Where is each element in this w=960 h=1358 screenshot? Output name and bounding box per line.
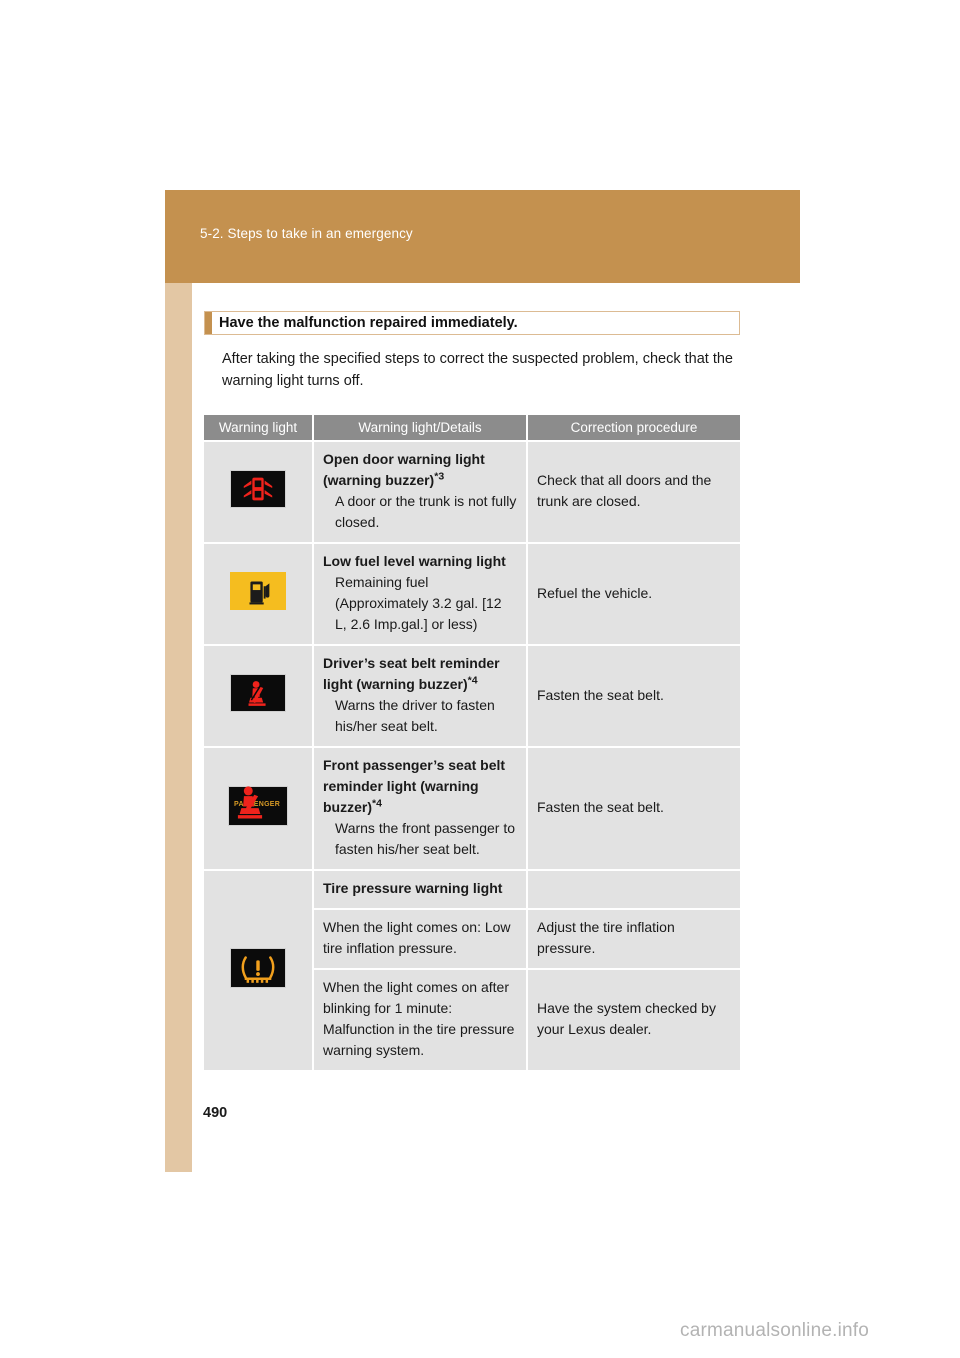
chapter-header-label: 5-2. Steps to take in an emergency bbox=[200, 226, 413, 241]
open-door-warning-light-icon-cell bbox=[204, 440, 314, 543]
warning-light-title: Tire pressure warning light bbox=[323, 880, 503, 896]
warning-light-title: Open door warning light (warning buzzer) bbox=[323, 451, 485, 488]
footnote-marker: *4 bbox=[372, 797, 382, 810]
tire-pressure-title-cell: Tire pressure warning light bbox=[313, 869, 528, 909]
section-title-box: Have the malfunction repaired immediatel… bbox=[204, 311, 740, 335]
table-header-row: Warning light Warning light/Details Corr… bbox=[204, 415, 740, 441]
correction-procedure-cell: Refuel the vehicle. bbox=[527, 542, 740, 645]
footnote-marker: *4 bbox=[467, 674, 478, 687]
intro-paragraph: After taking the specified steps to corr… bbox=[222, 351, 733, 389]
warning-light-description: Remaining fuel (Approximately 3.2 gal. [… bbox=[335, 574, 502, 632]
passenger-seat-belt-icon-cell: PASSENGER bbox=[204, 746, 314, 870]
table-row: Low fuel level warning light Remaining f… bbox=[204, 542, 740, 645]
warning-light-description: Warns the driver to fasten his/her seat … bbox=[335, 697, 495, 734]
warning-light-title: Front passenger’s seat belt reminder lig… bbox=[323, 757, 506, 815]
passenger-belt-figure-icon bbox=[237, 785, 263, 819]
correction-procedure-cell: Adjust the tire inflation pressure. bbox=[527, 908, 740, 969]
driver-seat-belt-icon-cell bbox=[204, 644, 314, 747]
tire-pressure-warning-light-icon bbox=[230, 947, 286, 988]
footnote-marker: *3 bbox=[434, 470, 445, 483]
warning-light-title: Low fuel level warning light bbox=[323, 553, 506, 569]
warning-light-description: When the light comes on: Low tire inflat… bbox=[323, 919, 511, 956]
page-number: 490 bbox=[203, 1105, 228, 1121]
page-edge-strip bbox=[165, 283, 192, 1172]
driver-seat-belt-reminder-light-icon bbox=[230, 674, 286, 712]
driver-seat-belt-detail-cell: Driver’s seat belt reminder light (warni… bbox=[313, 644, 528, 747]
tire-pressure-icon-cell bbox=[204, 869, 314, 1070]
section-title-text: Have the malfunction repaired immediatel… bbox=[219, 315, 518, 331]
warning-light-description: A door or the trunk is not fully closed. bbox=[335, 493, 517, 530]
warning-light-description: Warns the front passenger to fasten his/… bbox=[335, 820, 516, 857]
table-row: Open door warning light (warning buzzer)… bbox=[204, 440, 740, 543]
correction-procedure-cell: Check that all doors and the trunk are c… bbox=[527, 440, 740, 543]
table-row: Tire pressure warning light bbox=[204, 869, 740, 1070]
low-fuel-detail-cell: Low fuel level warning light Remaining f… bbox=[313, 542, 528, 645]
table-row: Driver’s seat belt reminder light (warni… bbox=[204, 644, 740, 747]
site-watermark: carmanualsonline.info bbox=[680, 1320, 870, 1341]
passenger-seat-belt-detail-cell: Front passenger’s seat belt reminder lig… bbox=[313, 746, 528, 870]
correction-procedure-cell-empty bbox=[527, 869, 740, 909]
table-row: PASSENGER Front passenger’s seat belt re… bbox=[204, 746, 740, 870]
column-header-warning-light: Warning light bbox=[204, 415, 314, 441]
open-door-detail-cell: Open door warning light (warning buzzer)… bbox=[313, 440, 528, 543]
front-passenger-seat-belt-reminder-light-icon: PASSENGER bbox=[228, 785, 288, 826]
tire-pressure-malfunction-cell: When the light comes on after blinking f… bbox=[313, 968, 528, 1070]
warning-light-description: When the light comes on after blinking f… bbox=[323, 979, 515, 1058]
low-fuel-warning-light-icon-cell bbox=[204, 542, 314, 645]
column-header-correction: Correction procedure bbox=[527, 415, 740, 441]
tire-pressure-condition-cell: When the light comes on: Low tire inflat… bbox=[313, 908, 528, 969]
warning-light-table: Warning light Warning light/Details Corr… bbox=[204, 415, 740, 1070]
open-door-warning-light-icon bbox=[230, 470, 286, 508]
correction-procedure-cell: Fasten the seat belt. bbox=[527, 644, 740, 747]
correction-procedure-cell: Have the system checked by your Lexus de… bbox=[527, 968, 740, 1070]
correction-procedure-cell: Fasten the seat belt. bbox=[527, 746, 740, 870]
low-fuel-level-warning-light-icon bbox=[230, 572, 286, 610]
column-header-details: Warning light/Details bbox=[313, 415, 528, 441]
section-title-accent-bar bbox=[205, 312, 212, 334]
manual-page: 5-2. Steps to take in an emergency Have … bbox=[0, 0, 960, 1358]
